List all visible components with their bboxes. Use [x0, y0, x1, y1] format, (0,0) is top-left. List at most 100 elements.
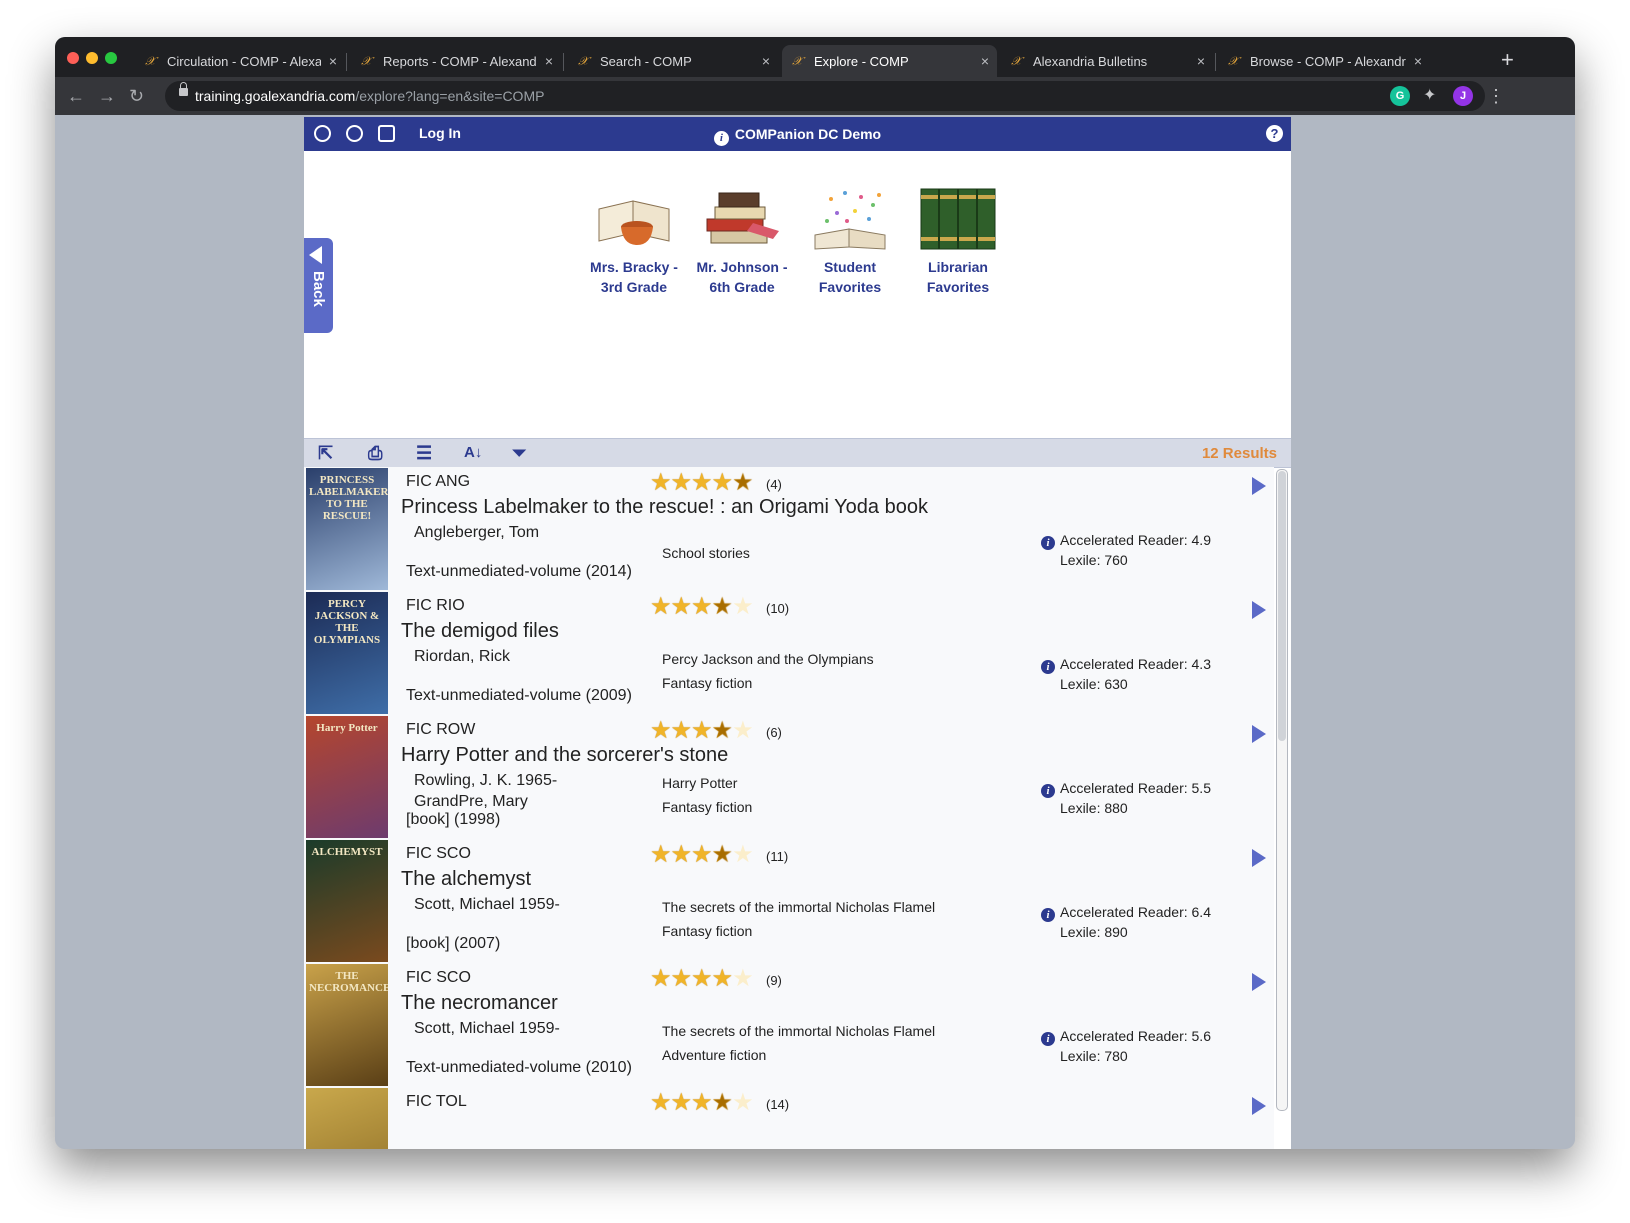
subject-link[interactable]: Percy Jackson and the Olympians — [662, 647, 874, 671]
info-icon[interactable]: i — [1041, 1032, 1055, 1046]
maximize-window-button[interactable] — [105, 52, 117, 64]
subject-link[interactable]: Fantasy fiction — [662, 795, 752, 819]
tab-close-icon[interactable]: × — [754, 53, 778, 69]
book-cover[interactable] — [306, 1088, 388, 1149]
back-tab[interactable]: Back — [304, 238, 333, 333]
play-arrow-icon[interactable] — [1252, 725, 1266, 743]
lock-icon — [179, 82, 188, 96]
subject-link[interactable]: Adventure fiction — [662, 1043, 935, 1067]
star-icon: ★ — [732, 965, 753, 992]
star-icon: ★ — [670, 593, 692, 620]
book-cover[interactable]: Harry Potter — [306, 716, 388, 838]
subject-link[interactable]: Fantasy fiction — [662, 671, 874, 695]
results-list: PRINCESS LABELMAKER TO THE RESCUE! FIC AN… — [304, 467, 1291, 1149]
play-arrow-icon[interactable] — [1252, 601, 1266, 619]
call-number: FIC SCO — [406, 845, 471, 862]
shelf-label: Mr. Johnson - — [696, 259, 788, 275]
alexandria-favicon-icon: 𝒳 — [145, 53, 156, 68]
tab-close-icon[interactable]: × — [537, 53, 561, 69]
subject-link[interactable]: The secrets of the immortal Nicholas Fla… — [662, 1019, 935, 1043]
url-text[interactable]: training.goalexandria.com/explore?lang=e… — [195, 88, 544, 104]
play-arrow-icon[interactable] — [1252, 849, 1266, 867]
star-icon: ★ — [732, 841, 753, 868]
help-icon[interactable]: ? — [1266, 125, 1283, 142]
close-window-button[interactable] — [67, 52, 79, 64]
new-tab-button[interactable]: + — [1501, 49, 1514, 71]
browser-tab-explore[interactable]: 𝒳 Explore - COMP × — [782, 45, 997, 77]
browser-tab-bulletins[interactable]: 𝒳 Alexandria Bulletins × — [1001, 45, 1213, 77]
book-title[interactable]: Harry Potter and the sorcerer's stone — [401, 744, 728, 767]
tab-title: Circulation - COMP - Alexandria — [167, 53, 321, 69]
address-bar[interactable]: training.goalexandria.com/explore?lang=e… — [165, 81, 1485, 111]
shelf-label: Favorites — [926, 279, 990, 295]
back-arrow-icon[interactable]: ← — [67, 86, 85, 106]
result-row[interactable]: PERCY JACKSON & THE OLYMPIANS FIC RIO The … — [304, 591, 1274, 716]
book-title[interactable]: The demigod files — [401, 620, 559, 643]
subject-link[interactable]: Harry Potter — [662, 771, 752, 795]
star-icon: ★ — [650, 841, 671, 868]
results-scrollbar[interactable] — [1276, 469, 1288, 1111]
rating-count: (11) — [766, 849, 789, 864]
result-row[interactable]: ALCHEMYST FIC SCO The alchemyst Scott, Mich… — [304, 839, 1274, 964]
play-arrow-icon[interactable] — [1252, 973, 1266, 991]
forward-arrow-icon[interactable]: → — [98, 86, 116, 106]
star-icon: ★ — [650, 593, 671, 620]
book-title[interactable]: Princess Labelmaker to the rescue! : an … — [401, 496, 928, 519]
info-icon[interactable]: i — [1041, 908, 1055, 922]
book-cover[interactable]: PERCY JACKSON & THE OLYMPIANS — [306, 592, 388, 714]
shelf-student-favorites[interactable]: Student Favorites — [800, 187, 900, 297]
filter-icon[interactable]: ⏷ — [512, 443, 526, 463]
tab-close-icon[interactable]: × — [321, 53, 345, 69]
shelf-mr-johnson[interactable]: Mr. Johnson - 6th Grade — [692, 187, 792, 297]
back-triangle-icon — [309, 246, 322, 264]
minimize-window-button[interactable] — [86, 52, 98, 64]
book-cover[interactable]: THE NECROMANCER — [306, 964, 388, 1086]
result-row[interactable]: THE NECROMANCER FIC SCO The necromancer Sco… — [304, 963, 1274, 1088]
result-row[interactable]: FIC TOL ★★★★★ (14) — [304, 1087, 1274, 1149]
info-icon[interactable]: i — [1041, 536, 1055, 550]
book-title[interactable]: The necromancer — [401, 992, 558, 1015]
star-icon: ★ — [732, 593, 753, 620]
grammarly-extension-icon[interactable]: G — [1390, 86, 1410, 106]
browser-tab-browse[interactable]: 𝒳 Browse - COMP - Alexandria × — [1218, 45, 1430, 77]
info-icon[interactable]: i — [1041, 660, 1055, 674]
shelf-mrs-bracky[interactable]: Mrs. Bracky - 3rd Grade — [584, 187, 684, 297]
subject-list: The secrets of the immortal Nicholas Fla… — [662, 1019, 935, 1067]
reload-icon[interactable]: ↻ — [129, 86, 144, 106]
shelf-librarian-favorites[interactable]: Librarian Favorites — [908, 187, 1008, 297]
scrollbar-thumb[interactable] — [1278, 471, 1286, 741]
star-icon: ★ — [711, 1089, 733, 1116]
result-row[interactable]: Harry Potter FIC ROW Harry Potter and the … — [304, 715, 1274, 840]
browser-tab-search[interactable]: 𝒳 Search - COMP × — [568, 45, 778, 77]
book-cover[interactable]: ALCHEMYST — [306, 840, 388, 962]
tab-close-icon[interactable]: × — [973, 53, 997, 69]
tab-close-icon[interactable]: × — [1406, 53, 1430, 69]
book-cover[interactable]: PRINCESS LABELMAKER TO THE RESCUE! — [306, 468, 388, 590]
author-list: Riordan, Rick — [414, 646, 510, 667]
extensions-puzzle-icon[interactable]: ✦ — [1423, 86, 1436, 106]
shelf-label: Favorites — [818, 279, 882, 295]
tab-close-icon[interactable]: × — [1189, 53, 1213, 69]
star-icon: ★ — [670, 965, 692, 992]
tab-title: Reports - COMP - Alexandria — [383, 53, 537, 69]
sort-az-icon[interactable]: A↓ — [464, 443, 482, 463]
list-view-icon[interactable]: ☰ — [416, 443, 432, 463]
profile-avatar[interactable]: J — [1453, 86, 1473, 106]
share-icon[interactable]: ⇱ — [318, 443, 333, 463]
subject-link[interactable]: Fantasy fiction — [662, 919, 935, 943]
play-arrow-icon[interactable] — [1252, 477, 1266, 495]
subject-link[interactable]: School stories — [662, 541, 750, 565]
site-title[interactable]: i COMPanion DC Demo — [304, 126, 1291, 146]
book-title[interactable]: The alchemyst — [401, 868, 531, 891]
browser-menu-icon[interactable]: ⋮ — [1487, 86, 1505, 106]
print-icon[interactable]: ⎙ — [368, 443, 382, 463]
play-arrow-icon[interactable] — [1252, 1097, 1266, 1115]
subject-link[interactable]: The secrets of the immortal Nicholas Fla… — [662, 895, 935, 919]
rating-count: (14) — [766, 1097, 790, 1112]
star-icon: ★ — [650, 965, 671, 992]
browser-tab-reports[interactable]: 𝒳 Reports - COMP - Alexandria × — [351, 45, 561, 77]
star-icon: ★ — [711, 841, 733, 868]
result-row[interactable]: PRINCESS LABELMAKER TO THE RESCUE! FIC AN… — [304, 467, 1274, 592]
browser-tab-circulation[interactable]: 𝒳 Circulation - COMP - Alexandria × — [135, 45, 345, 77]
info-icon[interactable]: i — [1041, 784, 1055, 798]
